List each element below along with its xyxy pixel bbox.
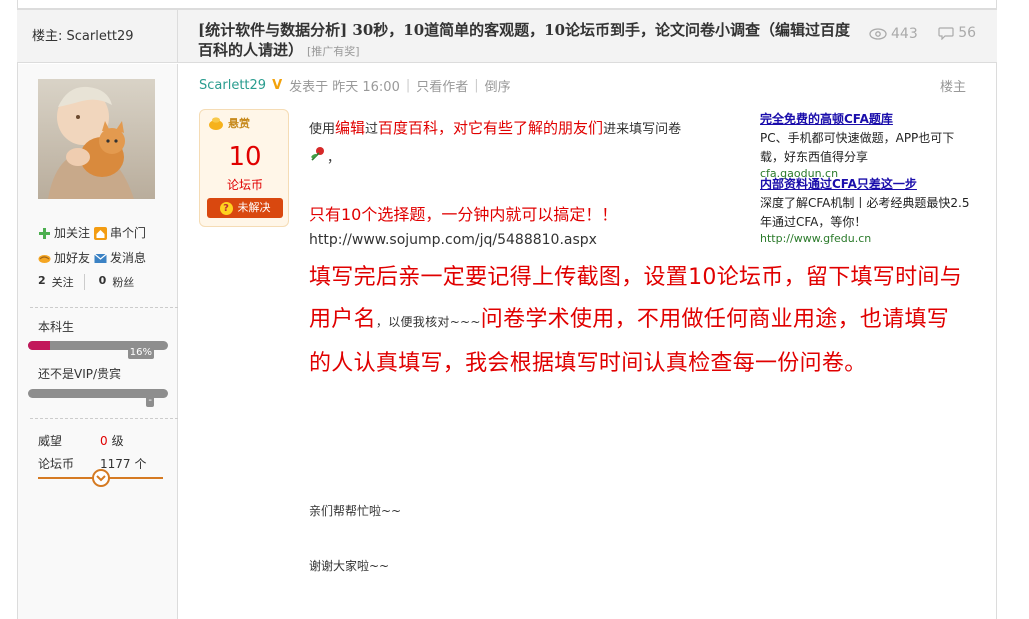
following-count[interactable]: 2 (38, 274, 46, 290)
floor-label: 楼主 (940, 80, 967, 95)
expand-profile-button[interactable] (92, 469, 110, 487)
divider (30, 307, 178, 308)
views-stat: 443 (869, 26, 918, 42)
rank-progress-label: 16% (127, 347, 154, 359)
bounty-amount: 10 (228, 142, 262, 172)
vip-progress-label: - (146, 395, 154, 407)
visit-link[interactable]: 串个门 (94, 221, 146, 246)
fans-label[interactable]: 粉丝 (112, 274, 134, 290)
visit-label: 串个门 (110, 226, 147, 240)
meta-separator: | (405, 78, 411, 93)
avatar[interactable] (38, 79, 155, 199)
fans-count[interactable]: 0 (99, 274, 107, 290)
vip-badge-icon: V (272, 78, 283, 93)
only-author-link[interactable]: 只看作者 (416, 76, 468, 95)
profile-expand-line (38, 469, 163, 487)
survey-link[interactable]: http://www.sojump.com/jq/5488810.aspx (309, 232, 597, 248)
prestige-row: 威望 0 级 (38, 430, 147, 453)
chevron-down-icon (96, 475, 106, 482)
ad-title[interactable]: 内部资料通过CFA只差这一步 (760, 175, 970, 194)
thread-stats: 443 56 (869, 25, 976, 44)
rank-progress-fill (28, 341, 51, 350)
prestige-label: 威望 (38, 434, 63, 448)
coins-label: 论坛币 (38, 457, 75, 471)
user-points: 威望 0 级 论坛币 1177 个 (38, 430, 147, 476)
following-label[interactable]: 关注 (52, 274, 74, 290)
vip-status[interactable]: 还不是VIP/贵宾 (38, 365, 121, 382)
post-time: 发表于 昨天 16:00 (289, 80, 400, 95)
post-intro: 使用编辑过百度百科，对它有些了解的朋友们进来填写问卷 ， (309, 116, 754, 171)
mail-icon (94, 253, 107, 263)
add-friend-label: 加好友 (54, 251, 91, 265)
replies-count: 56 (958, 25, 977, 41)
user-sidebar: 加关注 串个门 加好友 发消息 2 关注 0 粉丝 本科生 16% 还不是VIP… (18, 64, 178, 619)
rank-progress-bar: 16% (28, 341, 168, 359)
rank-name[interactable]: 本科生 (38, 318, 74, 335)
coin-bag-icon (209, 117, 223, 130)
home-icon (94, 227, 108, 240)
comment-icon (938, 27, 954, 40)
views-count: 443 (891, 26, 918, 42)
ad-block-2[interactable]: 内部资料通过CFA只差这一步 深度了解CFA机制丨必考经典题最快2.5年通过CF… (760, 175, 970, 246)
prestige-value: 0 (100, 434, 108, 448)
bounty-header-label: 悬赏 (228, 117, 250, 130)
ad-title[interactable]: 完全免费的高顿CFA题库 (760, 110, 970, 129)
question-icon: ? (219, 201, 233, 215)
post-thanks-1: 亲们帮帮忙啦~~ (309, 504, 402, 518)
follow-stats: 2 关注 0 粉丝 (38, 274, 134, 290)
thread-title-text: [统计软件与数据分析] 30秒，10道简单的客观题，10论坛币到手，论文问卷小调… (198, 21, 851, 59)
divider (30, 418, 178, 419)
eye-icon (869, 28, 887, 40)
author-link[interactable]: Scarlett29 (199, 78, 266, 93)
promo-tag[interactable]: [推广有奖] (307, 45, 360, 58)
bounty-status: 未解决 (237, 201, 271, 214)
bounty-unit: 论坛币 (226, 178, 263, 192)
meta-separator: | (474, 78, 479, 93)
header-divider (177, 10, 178, 63)
plus-icon (39, 228, 50, 239)
user-actions: 加关注 串个门 加好友 发消息 (38, 221, 146, 271)
handshake-icon (38, 255, 51, 263)
bounty-header: 悬赏 (208, 115, 250, 131)
intro-baike: 百度百科，对它有些了解的朋友们 (378, 119, 604, 137)
prestige-unit: 级 (111, 434, 124, 448)
intro-edit: 编辑 (335, 119, 366, 137)
rose-icon (311, 147, 324, 161)
vip-progress-bar: - (28, 389, 168, 407)
stats-divider (83, 274, 85, 290)
message-label: 发消息 (110, 251, 147, 265)
reverse-order-link[interactable]: 倒序 (485, 76, 511, 95)
replies-stat: 56 (938, 25, 976, 41)
thread-header: 楼主: Scarlett29 [统计软件与数据分析] 30秒，10道简单的客观题… (17, 8, 997, 63)
ad-block-1[interactable]: 完全免费的高顿CFA题库 PC、手机都可快速做题，APP也可下载，好东西值得分享… (760, 110, 970, 181)
follow-link[interactable]: 加关注 (38, 221, 90, 246)
message-link[interactable]: 发消息 (94, 246, 146, 271)
thread-title: [统计软件与数据分析] 30秒，10道简单的客观题，10论坛币到手，论文问卷小调… (198, 20, 858, 62)
ad-description: 深度了解CFA机制丨必考经典题最快2.5年通过CFA，等你！ (760, 196, 970, 229)
post-highlight: 只有10个选择题，一分钟内就可以搞定！！ (309, 205, 618, 224)
post-instructions: 填写完后亲一定要记得上传截图，设置10论坛币，留下填写时间与用户名，以便我核对~… (309, 257, 969, 385)
intro-post: 进来填写问卷 (603, 122, 682, 137)
ad-url[interactable]: http://www.gfedu.cn (760, 232, 970, 246)
intro-text: 使用 (309, 122, 336, 137)
post-meta: Scarlett29 V 发表于 昨天 16:00 | 只看作者 | 倒序 (199, 76, 511, 95)
thread-owner[interactable]: 楼主: Scarlett29 (32, 25, 134, 44)
bounty-status-badge[interactable]: ? 未解决 (207, 198, 283, 218)
bounty-box: 悬赏 10 论坛币 ? 未解决 (199, 109, 289, 227)
add-friend-link[interactable]: 加好友 (38, 246, 90, 271)
intro-end: ， (327, 151, 341, 166)
post-thanks-2: 谢谢大家啦~~ (309, 559, 390, 573)
intro-mid: 过 (365, 122, 379, 137)
ad-description: PC、手机都可快速做题，APP也可下载，好东西值得分享 (760, 131, 955, 164)
instructions-note: ，以便我核对~~~ (375, 315, 481, 329)
coins-unit: 个 (134, 457, 147, 471)
follow-label: 加关注 (54, 226, 91, 240)
